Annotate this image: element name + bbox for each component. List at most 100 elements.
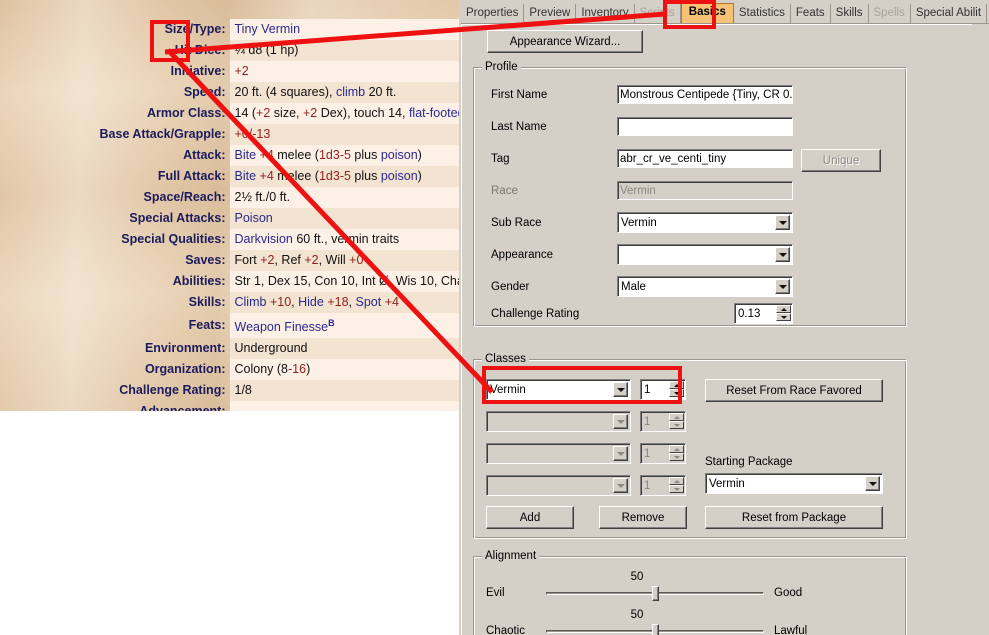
stat-row-label: Base Attack/Grapple: (99, 127, 226, 141)
chevron-down-icon (613, 414, 628, 429)
stat-row-value: — (229, 401, 459, 411)
stat-row-label: Hit Dice: (174, 43, 226, 57)
unique-button[interactable]: Unique (801, 149, 881, 172)
tab-feats[interactable]: Feats (791, 4, 831, 24)
stat-row-value: Str 1, Dex 15, Con 10, Int Ø, Wis 10, Ch… (229, 271, 459, 292)
alignment-group-caption: Alignment (482, 550, 540, 562)
stat-row-label: Saves: (185, 253, 226, 267)
tab-skills[interactable]: Skills (831, 4, 869, 24)
class-level-value-2: 1 (644, 416, 651, 428)
starting-package-select[interactable]: Vermin (705, 473, 883, 494)
stat-row-label: Full Attack: (157, 169, 226, 183)
stat-row: Special Qualities: Darkvision 60 ft., ver… (0, 229, 459, 250)
stat-row-value: Darkvision 60 ft., vermin traits (229, 229, 459, 250)
appearance-select[interactable] (617, 244, 793, 265)
sub-race-label: Sub Race (491, 217, 542, 229)
first-name-input[interactable]: Monstrous Centipede {Tiny, CR 0.1 (617, 85, 793, 104)
spinner-up-icon (669, 445, 684, 453)
stat-row-value: 14 (+2 size, +2 Dex), touch 14, flat-foo… (229, 103, 459, 124)
challenge-rating-stepper[interactable]: 0.13 (734, 303, 793, 324)
stat-row-value: +0/-13 (229, 124, 459, 145)
class-level-stepper-2: 1 (640, 411, 686, 432)
last-name-input[interactable] (617, 117, 793, 136)
tab-inventory[interactable]: Inventory (576, 4, 635, 24)
stat-row-value: Climb +10, Hide +18, Spot +4 (229, 292, 459, 313)
alignment-right-label-1: Good (774, 587, 803, 599)
remove-class-button[interactable]: Remove (599, 506, 687, 529)
class-select-2 (486, 411, 631, 432)
stat-row: Attack: Bite +4 melee (1d3-5 plus poison) (0, 145, 459, 166)
stat-row: Base Attack/Grapple: +0/-13 (0, 124, 459, 145)
alignment-slider-thumb-1[interactable] (652, 586, 659, 601)
stat-row-value: ¼ d8 (1 hp) (229, 40, 459, 61)
stat-row-value: Bite +4 melee (1d3-5 plus poison) (229, 166, 459, 187)
classes-row-highlight-box (482, 366, 682, 404)
race-label: Race (491, 185, 518, 197)
spinner-down-icon (669, 421, 684, 429)
tab-statistics[interactable]: Statistics (734, 4, 791, 24)
chevron-down-icon[interactable] (865, 476, 880, 491)
sub-race-value: Vermin (621, 217, 657, 229)
stat-block-title-row (0, 0, 459, 19)
stat-row: Space/Reach: 2½ ft./0 ft. (0, 187, 459, 208)
spinner-down-icon (669, 453, 684, 461)
stat-row: Environment: Underground (0, 338, 459, 360)
chevron-down-icon (613, 446, 628, 461)
gender-label: Gender (491, 281, 530, 293)
spinner-up-icon[interactable] (776, 305, 791, 313)
basics-tab-content: Appearance Wizard... Profile First Name … (461, 24, 972, 635)
stat-row: Full Attack: Bite +4 melee (1d3-5 plus po… (0, 166, 459, 187)
stat-block-title (0, 0, 459, 19)
tab-preview[interactable]: Preview (524, 4, 577, 24)
reset-from-package-button[interactable]: Reset from Package (705, 506, 883, 529)
reset-from-race-favored-button[interactable]: Reset From Race Favored (705, 379, 883, 402)
stat-row-value: 20 ft. (4 squares), climb 20 ft. (229, 82, 459, 103)
alignment-left-label-2: Chaotic (486, 625, 525, 635)
class-select-4 (486, 475, 631, 496)
gender-select[interactable]: Male (617, 276, 793, 297)
alignment-slider-thumb-2[interactable] (652, 624, 659, 635)
chevron-down-icon[interactable] (775, 247, 790, 262)
tag-input[interactable]: abr_cr_ve_centi_tiny (617, 149, 793, 168)
screenshot-root: Size/Type: Tiny Vermin Hit Dice: ¼ d8 (1 hp… (0, 0, 989, 635)
spinner-down-icon[interactable] (776, 313, 791, 321)
classes-group-caption: Classes (482, 353, 529, 365)
class-level-spin-buttons-3 (669, 445, 684, 462)
alignment-left-label-1: Evil (486, 587, 505, 599)
tab-strip: Properties Preview Inventory Scripts Basics S… (461, 2, 989, 24)
stat-row-label: Challenge Rating: (119, 383, 226, 398)
add-class-button[interactable]: Add (486, 506, 574, 529)
tab-special-abilit[interactable]: Special Abilit (911, 4, 988, 24)
stat-row-value: 1/8 (229, 380, 459, 402)
stat-row-label: Skills: (188, 295, 226, 309)
stat-row-value: 2½ ft./0 ft. (229, 187, 459, 208)
class-level-spin-buttons-2 (669, 413, 684, 430)
stat-row-value: Poison (229, 208, 459, 229)
stat-row: Speed: 20 ft. (4 squares), climb 20 ft. (0, 82, 459, 103)
challenge-rating-spin-buttons[interactable] (776, 305, 791, 322)
tab-properties[interactable]: Properties (461, 4, 525, 24)
appearance-wizard-button[interactable]: Appearance Wizard... (487, 30, 643, 53)
sub-race-select[interactable]: Vermin (617, 212, 793, 233)
chevron-down-icon (613, 478, 628, 493)
starting-package-value: Vermin (709, 478, 745, 490)
stat-row-label: Armor Class: (147, 106, 226, 120)
chevron-down-icon[interactable] (775, 215, 790, 230)
stat-row-label: Environment: (144, 341, 226, 356)
chevron-down-icon[interactable] (775, 279, 790, 294)
stat-row-value: Bite +4 melee (1d3-5 plus poison) (229, 145, 459, 166)
stat-row: Challenge Rating: 1/8 (0, 380, 459, 402)
stat-row-label: Special Qualities: (121, 232, 226, 246)
class-level-spin-buttons-4 (669, 477, 684, 494)
alignment-right-label-2: Lawful (774, 625, 808, 635)
stat-row-value: Tiny Vermin (229, 19, 459, 40)
tab-spells: Spells (869, 4, 911, 24)
stat-row-value: +2 (229, 61, 459, 82)
challenge-rating-value: 0.13 (738, 308, 761, 320)
stat-row: Armor Class: 14 (+2 size, +2 Dex), touch … (0, 103, 459, 124)
class-select-3 (486, 443, 631, 464)
appearance-label: Appearance (491, 249, 554, 261)
hit-dice-highlight-box (150, 20, 190, 62)
last-name-label: Last Name (491, 121, 547, 133)
alignment-group: Alignment (473, 550, 907, 635)
